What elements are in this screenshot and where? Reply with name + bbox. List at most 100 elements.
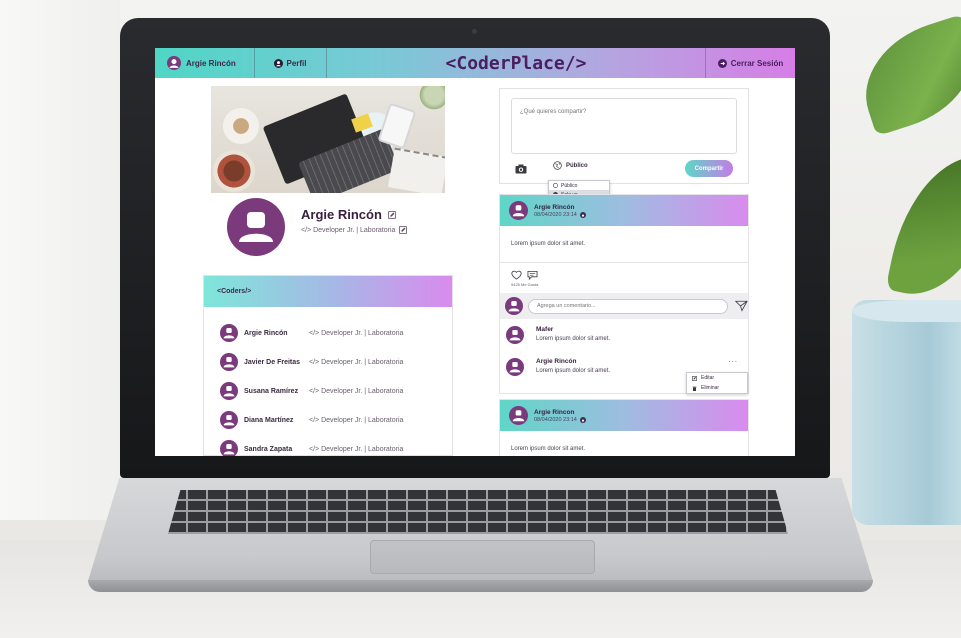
post-author[interactable]: Argie Rincón — [534, 204, 586, 211]
plant-leaf — [885, 142, 961, 308]
cover-notebook — [387, 147, 445, 193]
comment-bar — [500, 293, 748, 319]
laptop-front-edge — [88, 580, 873, 592]
profile-avatar — [227, 198, 285, 256]
coder-role: </> Developer Jr. | Laboratoria — [309, 416, 404, 424]
camera-icon[interactable] — [515, 164, 527, 174]
post-body: Lorem ipsum dolor sit amet. — [500, 431, 748, 456]
author-avatar-icon — [509, 201, 528, 220]
top-navbar: Argie Rincón Perfil <CoderPlace/> Cerrar… — [155, 48, 795, 78]
post-input[interactable] — [511, 98, 737, 154]
coder-avatar-icon — [220, 440, 238, 456]
heart-icon[interactable] — [511, 270, 522, 280]
coders-card: <Coders/> Argie Rincón </> Developer Jr.… — [203, 275, 453, 456]
lock-icon — [579, 416, 586, 423]
edit-role-icon[interactable] — [399, 226, 408, 234]
profile-name: Argie Rincón — [301, 207, 382, 222]
background-wall — [0, 0, 120, 520]
coder-name: Argie Rincón — [244, 329, 288, 337]
webcam — [472, 29, 477, 34]
post-date-row: 08/04/2020 23:14 — [534, 416, 586, 423]
author-avatar-icon — [509, 406, 528, 425]
comment-author[interactable]: Mafer — [536, 326, 610, 333]
profile-name-row: Argie Rincón — [301, 207, 396, 222]
coder-item[interactable]: Diana Martínez </> Developer Jr. | Labor… — [220, 410, 403, 430]
laptop-keyboard — [168, 490, 788, 534]
post-date-row: 08/04/2020 23:14 — [534, 211, 586, 218]
coders-title: <Coders/> — [204, 276, 452, 307]
comment-text: Lorem ipsum dolor sit amet. — [536, 336, 611, 342]
post-body: Lorem ipsum dolor sit amet. — [500, 226, 748, 263]
nav-profile-label: Perfil — [286, 58, 307, 68]
coder-item[interactable]: Argie Rincón </> Developer Jr. | Laborat… — [220, 323, 403, 343]
delete-comment-button[interactable]: Eliminar — [687, 383, 747, 393]
laptop-trackpad — [370, 540, 595, 574]
coder-name: Diana Martínez — [244, 416, 294, 424]
edit-name-icon[interactable] — [388, 210, 396, 219]
privacy-select[interactable]: Público — [553, 161, 588, 170]
comment-more-button[interactable]: ... — [728, 355, 738, 364]
delete-comment-label: Eliminar — [701, 385, 720, 391]
coder-avatar-icon — [220, 411, 238, 429]
coder-avatar-icon — [220, 353, 238, 371]
blue-mug — [852, 300, 961, 525]
post-card: Argie Rincón 08/04/2020 23:14 Lorem ipsu… — [499, 194, 749, 394]
comment-options-menu: Editar Eliminar — [686, 372, 748, 394]
comment-author[interactable]: Argie Rincón — [536, 358, 610, 365]
privacy-option-public[interactable]: Público — [549, 181, 609, 190]
privacy-label: Público — [566, 162, 588, 169]
globe-icon — [553, 161, 562, 170]
post-author[interactable]: Argie Rincon — [534, 409, 586, 416]
commenter-avatar-icon — [506, 358, 524, 376]
coder-role: </> Developer Jr. | Laboratoria — [309, 358, 404, 366]
coder-item[interactable]: Javier De Freitas </> Developer Jr. | La… — [220, 352, 403, 372]
globe-icon — [553, 183, 558, 188]
trash-icon — [692, 386, 697, 391]
post-header: Argie Rincon 08/04/2020 23:14 — [500, 400, 748, 431]
coder-avatar-icon — [220, 324, 238, 342]
comment-item: Mafer Lorem ipsum dolor sit amet. — [500, 319, 748, 351]
coder-role: </> Developer Jr. | Laboratoria — [309, 329, 404, 337]
coder-name: Sandra Zapata — [244, 445, 293, 453]
cover-cake — [213, 150, 255, 192]
nav-profile-link[interactable]: Perfil — [255, 48, 327, 78]
nav-user[interactable]: Argie Rincón — [155, 48, 255, 78]
comment-icon[interactable] — [527, 270, 538, 280]
edit-comment-label: Editar — [701, 375, 715, 381]
post-date: 08/04/2020 23:14 — [534, 416, 577, 423]
profile-role: </> Developer Jr. | Laboratoria — [301, 226, 396, 234]
post-actions: 9425 Me Gusta — [500, 263, 748, 293]
coder-role: </> Developer Jr. | Laboratoria — [309, 387, 404, 395]
profile-role-row: </> Developer Jr. | Laboratoria — [301, 226, 408, 234]
app-logo[interactable]: <CoderPlace/> — [327, 53, 705, 74]
nav-user-name: Argie Rincón — [186, 58, 236, 68]
coder-avatar-icon — [220, 382, 238, 400]
likes-count: 9425 Me Gusta — [511, 282, 539, 287]
comment-text: Lorem ipsum dolor sit amet. — [536, 368, 611, 374]
comment-input[interactable] — [528, 298, 729, 314]
send-icon[interactable] — [735, 300, 748, 312]
coder-item[interactable]: Susana Ramírez </> Developer Jr. | Labor… — [220, 381, 403, 401]
post-header: Argie Rincón 08/04/2020 23:14 — [500, 195, 748, 226]
logout-button[interactable]: Cerrar Sesión — [705, 48, 795, 78]
share-button[interactable]: Compartir — [685, 160, 733, 177]
edit-icon — [692, 375, 697, 381]
coder-item[interactable]: Sandra Zapata </> Developer Jr. | Labora… — [220, 439, 403, 456]
commenter-avatar-icon — [505, 297, 523, 315]
logout-icon — [717, 58, 727, 68]
laptop-screen: Argie Rincón Perfil <CoderPlace/> Cerrar… — [155, 48, 795, 456]
edit-comment-button[interactable]: Editar — [687, 373, 747, 383]
commenter-avatar-icon — [506, 326, 524, 344]
coder-name: Javier De Freitas — [244, 358, 301, 366]
lock-icon — [579, 211, 586, 218]
cover-plant — [416, 86, 445, 110]
plant-leaf — [849, 13, 961, 137]
logout-label: Cerrar Sesión — [730, 58, 784, 68]
coder-role: </> Developer Jr. | Laboratoria — [309, 445, 404, 453]
post-date: 08/04/2020 23:14 — [534, 211, 577, 218]
post-card: Argie Rincon 08/04/2020 23:14 Lorem ipsu… — [499, 399, 749, 456]
privacy-option-label: Público — [561, 182, 578, 189]
user-avatar-icon — [167, 56, 181, 70]
cover-phone — [377, 102, 417, 150]
profile-icon — [274, 58, 284, 68]
